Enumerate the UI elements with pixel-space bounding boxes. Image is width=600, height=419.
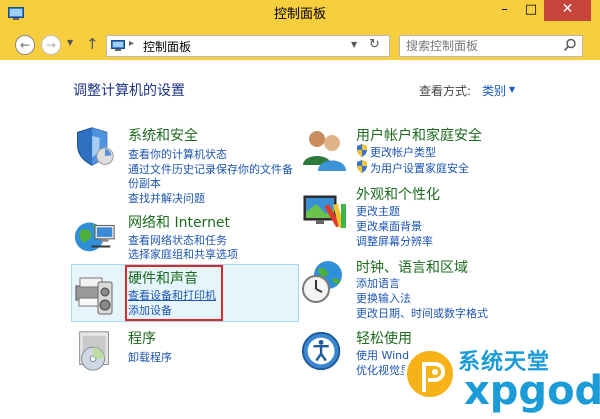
watermark-text-en: xpgod [464, 368, 600, 414]
category-programs: 程序 卸载程序 [72, 328, 297, 378]
link-optimize-visual-display[interactable]: 优化视觉显 [356, 362, 411, 378]
network-globe-icon[interactable] [72, 212, 118, 258]
back-button[interactable]: ← [15, 35, 35, 55]
link-add-language[interactable]: 添加语言 [356, 275, 400, 291]
xpgod-watermark-logo: 系统天堂 xpgod [404, 340, 600, 419]
control-panel-window: 控制面板 – □ ✕ ← → ▼ ↑ ▸ 控制面板 ▼ ↻ 搜索控制面板 调整计… [0, 0, 600, 419]
ease-of-access-icon[interactable] [300, 328, 346, 374]
search-icon[interactable] [563, 38, 577, 52]
category-title[interactable]: 系统和安全 [128, 125, 198, 145]
maximize-button[interactable]: □ [518, 0, 544, 21]
link-troubleshoot[interactable]: 查找并解决问题 [128, 190, 205, 206]
search-input[interactable] [406, 37, 556, 54]
users-icon[interactable] [300, 125, 348, 173]
watermark-p-icon [422, 362, 446, 392]
category-title[interactable]: 程序 [128, 328, 156, 348]
category-title[interactable]: 外观和个性化 [356, 184, 440, 204]
uac-shield-icon [357, 144, 367, 157]
breadcrumb-control-panel[interactable]: 控制面板 [143, 38, 191, 55]
link-change-theme[interactable]: 更改主题 [356, 203, 400, 219]
recent-locations-dropdown[interactable]: ▼ [67, 38, 73, 47]
forward-button[interactable]: → [41, 35, 61, 55]
category-appearance: 外观和个性化 更改主题 更改桌面背景 调整屏幕分辨率 [300, 184, 540, 249]
address-history-dropdown[interactable]: ▼ [351, 40, 357, 49]
view-by-chevron-down-icon[interactable]: ▼ [509, 85, 515, 94]
breadcrumb-chevron-icon[interactable]: ▸ [129, 38, 134, 49]
link-homegroup-sharing[interactable]: 选择家庭组和共享选项 [128, 246, 238, 262]
category-user-accounts: 用户帐户和家庭安全 更改帐户类型 为用户设置家庭安全 [300, 125, 540, 180]
link-view-computer-status[interactable]: 查看你的计算机状态 [128, 146, 227, 162]
link-change-account-type[interactable]: 更改帐户类型 [370, 144, 436, 160]
annotation-red-box [125, 265, 223, 321]
view-by-dropdown[interactable]: 类别 [482, 82, 506, 99]
up-button[interactable]: ↑ [86, 35, 99, 53]
minimize-button[interactable]: – [491, 0, 518, 21]
category-system-security: 系统和安全 查看你的计算机状态 通过文件历史记录保存你的文件备 份副本 查找并解… [72, 125, 297, 205]
appearance-icon[interactable] [300, 184, 348, 232]
link-windows-suggested-settings[interactable]: 使用 Wind [356, 347, 409, 363]
page-heading: 调整计算机的设置 [73, 83, 185, 99]
link-desktop-background[interactable]: 更改桌面背景 [356, 218, 422, 234]
category-network-internet: 网络和 Internet 查看网络状态和任务 选择家庭组和共享选项 [72, 212, 297, 262]
link-family-safety[interactable]: 为用户设置家庭安全 [370, 160, 469, 176]
navigation-bar: ← → ▼ ↑ ▸ 控制面板 ▼ ↻ [0, 30, 600, 60]
view-by-label: 查看方式: [419, 84, 472, 98]
close-button[interactable]: ✕ [544, 0, 591, 21]
shield-icon[interactable] [72, 125, 116, 169]
clock-globe-icon[interactable] [300, 257, 348, 305]
category-title[interactable]: 网络和 Internet [128, 212, 230, 232]
search-box[interactable] [399, 35, 583, 57]
control-panel-location-icon [111, 40, 125, 51]
link-file-history-backup-cont[interactable]: 份副本 [128, 175, 161, 191]
refresh-button[interactable]: ↻ [369, 37, 380, 52]
programs-disc-icon[interactable] [72, 328, 118, 374]
category-title[interactable]: 时钟、语言和区域 [356, 257, 468, 277]
category-title[interactable]: 用户帐户和家庭安全 [356, 125, 482, 145]
link-date-time-format[interactable]: 更改日期、时间或数字格式 [356, 305, 488, 321]
watermark-badge [404, 348, 456, 400]
link-change-input-method[interactable]: 更换输入法 [356, 290, 411, 306]
address-bar[interactable]: ▸ 控制面板 ▼ ↻ [106, 35, 390, 57]
link-screen-resolution[interactable]: 调整屏幕分辨率 [356, 233, 433, 249]
uac-shield-icon [357, 160, 367, 173]
category-clock-language-region: 时钟、语言和区域 添加语言 更换输入法 更改日期、时间或数字格式 [300, 257, 540, 322]
title-bar: 控制面板 – □ ✕ [0, 0, 600, 30]
link-uninstall-program[interactable]: 卸载程序 [128, 349, 172, 365]
printer-speaker-icon[interactable] [72, 268, 120, 316]
